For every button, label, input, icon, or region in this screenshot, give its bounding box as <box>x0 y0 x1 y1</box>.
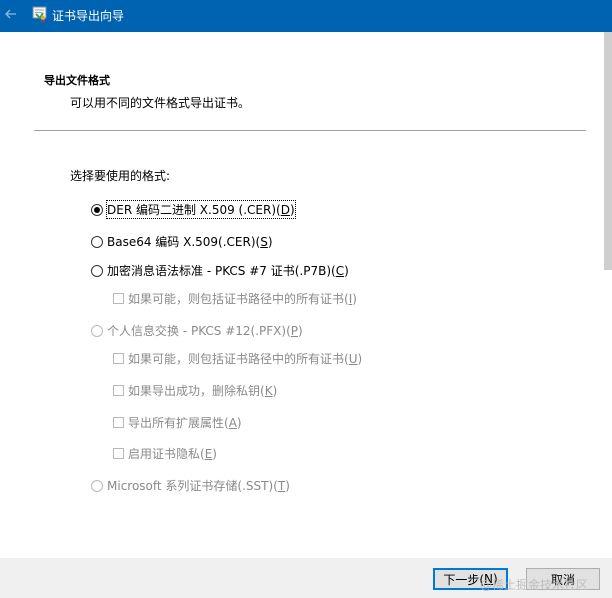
radio-pkcs7-label: 加密消息语法标准 - PKCS #7 证书(.P7B)(C) <box>107 264 349 278</box>
radio-indicator[interactable] <box>91 203 103 216</box>
page-subtitle: 可以用不同的文件格式导出证书。 <box>70 96 251 110</box>
radio-base64[interactable]: Base64 编码 X.509(.CER)(S) <box>91 233 273 250</box>
checkbox-indicator[interactable] <box>113 353 124 364</box>
radio-der-label: DER 编码二进制 X.509 (.CER)(D) <box>106 200 296 219</box>
radio-sst[interactable]: Microsoft 系列证书存储(.SST)(T) <box>91 477 290 494</box>
checkbox-export-extended-properties[interactable]: 导出所有扩展属性(A) <box>113 414 242 431</box>
checkbox-pfx-include-all-label: 如果可能，则包括证书路径中的所有证书(U) <box>128 352 363 366</box>
radio-pkcs7[interactable]: 加密消息语法标准 - PKCS #7 证书(.P7B)(C) <box>91 262 349 279</box>
checkbox-indicator[interactable] <box>113 293 124 304</box>
checkbox-pkcs7-include-all-label: 如果可能，则包括证书路径中的所有证书(I) <box>128 292 357 306</box>
checkbox-pfx-include-all[interactable]: 如果可能，则包括证书路径中的所有证书(U) <box>113 350 362 367</box>
header-divider <box>34 130 586 131</box>
checkbox-certificate-privacy-label: 启用证书隐私(E) <box>128 447 217 461</box>
checkbox-export-extended-properties-label: 导出所有扩展属性(A) <box>128 416 242 430</box>
back-button[interactable] <box>0 0 22 28</box>
radio-pfx[interactable]: 个人信息交换 - PKCS #12(.PFX)(P) <box>91 322 303 339</box>
radio-indicator[interactable] <box>91 479 103 492</box>
certificate-icon <box>32 6 47 23</box>
checkbox-indicator[interactable] <box>113 417 124 428</box>
radio-der[interactable]: DER 编码二进制 X.509 (.CER)(D) <box>91 200 296 219</box>
checkbox-indicator[interactable] <box>113 448 124 459</box>
title-bar: 证书导出向导 <box>0 0 612 32</box>
radio-sst-label: Microsoft 系列证书存储(.SST)(T) <box>107 479 290 493</box>
radio-base64-label: Base64 编码 X.509(.CER)(S) <box>107 235 273 249</box>
scrollbar[interactable] <box>604 32 612 270</box>
checkbox-delete-private-key-label: 如果导出成功，删除私钥(K) <box>128 384 278 398</box>
checkbox-certificate-privacy[interactable]: 启用证书隐私(E) <box>113 445 217 462</box>
page-title: 导出文件格式 <box>44 74 110 87</box>
back-arrow-icon <box>5 9 16 19</box>
radio-indicator[interactable] <box>91 324 103 337</box>
radio-indicator[interactable] <box>91 264 103 277</box>
window-title: 证书导出向导 <box>52 9 125 23</box>
radio-pfx-label: 个人信息交换 - PKCS #12(.PFX)(P) <box>107 324 303 338</box>
checkbox-indicator[interactable] <box>113 385 124 396</box>
radio-indicator[interactable] <box>91 235 103 248</box>
checkbox-delete-private-key[interactable]: 如果导出成功，删除私钥(K) <box>113 382 277 399</box>
checkbox-pkcs7-include-all[interactable]: 如果可能，则包括证书路径中的所有证书(I) <box>113 290 357 307</box>
watermark: @稀土掘金技术社区 <box>480 578 589 592</box>
format-prompt: 选择要使用的格式: <box>70 169 171 183</box>
